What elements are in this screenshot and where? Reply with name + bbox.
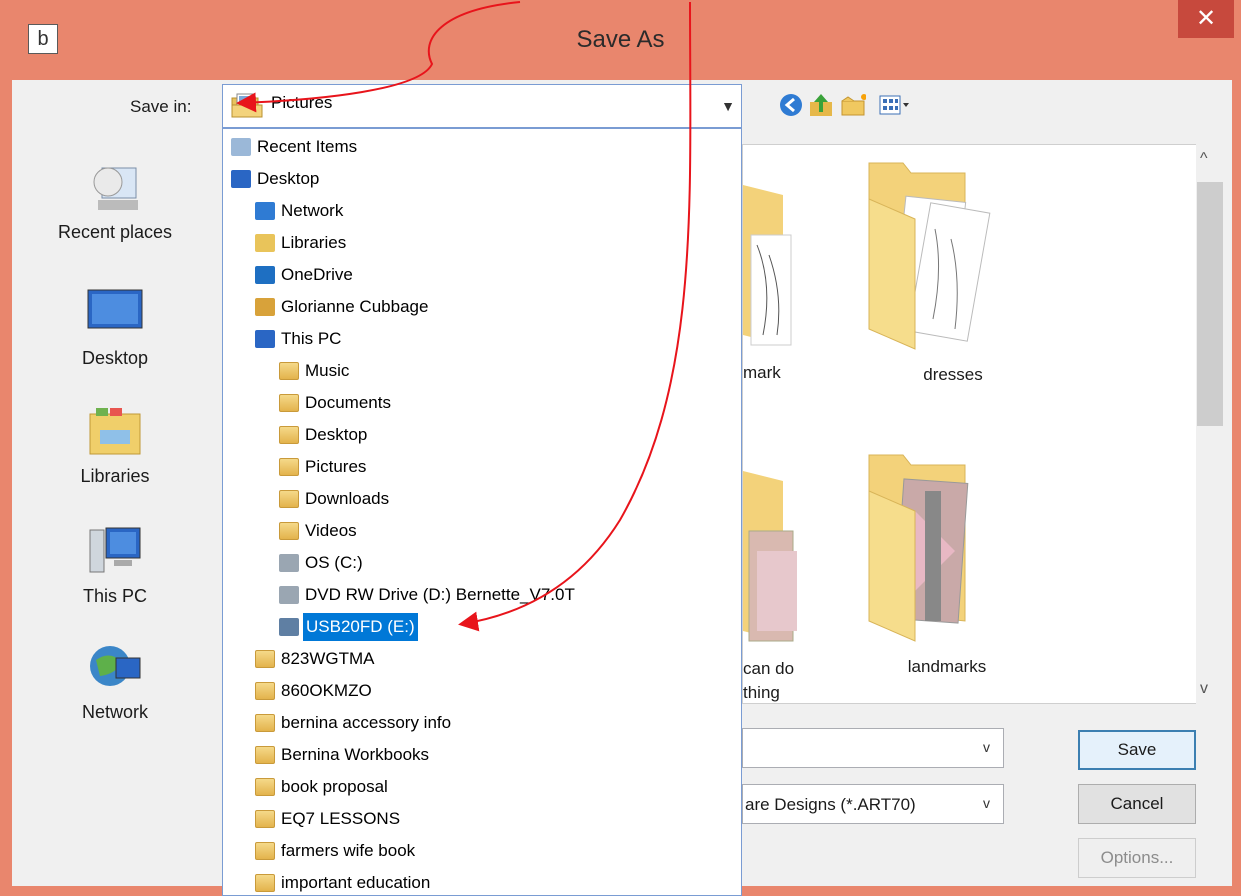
dvd-drive-icon xyxy=(279,586,299,604)
new-folder-icon[interactable] xyxy=(840,92,866,118)
file-caption-partial[interactable]: mark xyxy=(743,363,813,383)
dialog-title: Save As xyxy=(576,26,665,53)
place-libraries[interactable]: Libraries xyxy=(20,404,210,487)
up-folder-icon[interactable] xyxy=(808,92,834,118)
dropdown-item-label: important education xyxy=(281,873,431,892)
recent-places-icon xyxy=(86,160,144,216)
file-list-view[interactable]: mark dresses can do thing landmarks xyxy=(742,144,1224,704)
folder-icon xyxy=(255,682,275,700)
dropdown-item-label: Glorianne Cubbage xyxy=(281,297,429,316)
folder-icon xyxy=(255,778,275,796)
dropdown-item-label: Documents xyxy=(305,393,391,412)
dropdown-item-label: 860OKMZO xyxy=(281,681,372,700)
dropdown-item-label: DVD RW Drive (D:) Bernette_V7.0T xyxy=(305,585,575,604)
save-button[interactable]: Save xyxy=(1078,730,1196,770)
folder-dresses-label[interactable]: dresses xyxy=(893,365,1013,385)
this-pc-icon xyxy=(255,330,275,348)
file-name-input[interactable]: v xyxy=(742,728,1004,768)
this-pc-icon xyxy=(86,524,144,580)
folder-thumbnail-partial[interactable] xyxy=(743,165,803,355)
dropdown-item-label: farmers wife book xyxy=(281,841,416,860)
chevron-down-icon[interactable]: v xyxy=(983,795,990,811)
dropdown-item-label: bernina accessory info xyxy=(281,713,452,732)
music-folder-icon xyxy=(279,362,299,380)
scroll-up-icon[interactable]: ^ xyxy=(1200,150,1208,168)
folder-icon xyxy=(255,874,275,892)
videos-folder-icon xyxy=(279,522,299,540)
save-in-dropdown-list[interactable]: Recent Items Desktop Network Libraries OneDr… xyxy=(222,128,742,896)
user-icon xyxy=(255,298,275,316)
options-button[interactable]: Options... xyxy=(1078,838,1196,878)
folder-icon xyxy=(255,650,275,668)
pictures-folder-icon xyxy=(279,458,299,476)
close-button[interactable]: ✕ xyxy=(1178,0,1234,38)
folder-icon xyxy=(255,714,275,732)
dropdown-item-label: Network xyxy=(281,201,344,220)
place-this-pc[interactable]: This PC xyxy=(20,524,210,607)
network-icon xyxy=(255,202,275,220)
folder-landmarks-label[interactable]: landmarks xyxy=(887,657,1007,677)
file-type-select[interactable]: are Designs (*.ART70) v xyxy=(742,784,1004,824)
title-bar[interactable]: b Save As ✕ xyxy=(0,0,1241,80)
dropdown-item-label: USB20FD (E:) xyxy=(303,613,418,641)
place-label: Recent places xyxy=(57,222,173,242)
libraries-icon xyxy=(255,234,275,252)
cancel-button[interactable]: Cancel xyxy=(1078,784,1196,824)
save-in-value: Pictures xyxy=(271,93,333,112)
dropdown-item-label: Bernina Workbooks xyxy=(281,745,430,764)
dropdown-item-label: Recent Items xyxy=(257,137,358,156)
dropdown-item-label: Libraries xyxy=(281,233,347,252)
chevron-down-icon[interactable]: ▼ xyxy=(716,87,740,125)
desktop-icon xyxy=(86,286,144,342)
network-icon xyxy=(86,640,144,696)
folder-dresses-thumbnail[interactable] xyxy=(855,159,1005,359)
dropdown-item-label: EQ7 LESSONS xyxy=(281,809,401,828)
desktop-folder-icon xyxy=(279,426,299,444)
dropdown-item-label: Desktop xyxy=(257,169,320,188)
desktop-icon xyxy=(231,170,251,188)
place-label: Network xyxy=(81,702,148,722)
drive-icon xyxy=(279,554,299,572)
file-caption-partial[interactable]: can do xyxy=(743,659,833,679)
place-label: Desktop xyxy=(81,348,149,368)
file-type-value: are Designs (*.ART70) xyxy=(745,795,916,814)
dropdown-item-label: book proposal xyxy=(281,777,388,796)
place-desktop[interactable]: Desktop xyxy=(20,286,210,369)
recent-items-icon xyxy=(231,138,251,156)
folder-icon xyxy=(255,842,275,860)
dropdown-item-label: Videos xyxy=(305,521,357,540)
folder-icon xyxy=(255,746,275,764)
dropdown-item-label: Desktop xyxy=(305,425,368,444)
file-caption-partial[interactable]: thing xyxy=(743,683,833,703)
downloads-folder-icon xyxy=(279,490,299,508)
onedrive-icon xyxy=(255,266,275,284)
scrollbar-thumb[interactable] xyxy=(1197,182,1223,426)
dropdown-item-label: Pictures xyxy=(305,457,367,476)
place-label: This PC xyxy=(82,586,147,606)
folder-icon xyxy=(255,810,275,828)
libraries-icon xyxy=(86,404,144,460)
place-recent-places[interactable]: Recent places xyxy=(20,160,210,243)
back-icon[interactable] xyxy=(778,92,804,118)
save-in-combobox[interactable]: Pictures ▼ xyxy=(222,84,742,128)
usb-drive-icon xyxy=(279,618,299,636)
save-in-label: Save in: xyxy=(130,97,192,116)
dropdown-item-label: This PC xyxy=(281,329,342,348)
scroll-down-icon[interactable]: v xyxy=(1200,680,1208,698)
dropdown-item-label: 823WGTMA xyxy=(281,649,375,668)
documents-folder-icon xyxy=(279,394,299,412)
folder-thumbnail-partial[interactable] xyxy=(743,451,803,651)
place-label: Libraries xyxy=(80,466,150,486)
close-icon: ✕ xyxy=(1195,5,1217,32)
folder-landmarks-thumbnail[interactable] xyxy=(855,451,1005,651)
place-network[interactable]: Network xyxy=(20,640,210,723)
pictures-folder-icon xyxy=(231,93,263,118)
dropdown-item-label: OS (C:) xyxy=(305,553,363,572)
chevron-down-icon[interactable]: v xyxy=(983,739,990,755)
dropdown-item-label: Music xyxy=(305,361,350,380)
dropdown-item-label: OneDrive xyxy=(281,265,353,284)
dropdown-item-label: Downloads xyxy=(305,489,390,508)
view-menu-icon[interactable] xyxy=(878,92,912,118)
